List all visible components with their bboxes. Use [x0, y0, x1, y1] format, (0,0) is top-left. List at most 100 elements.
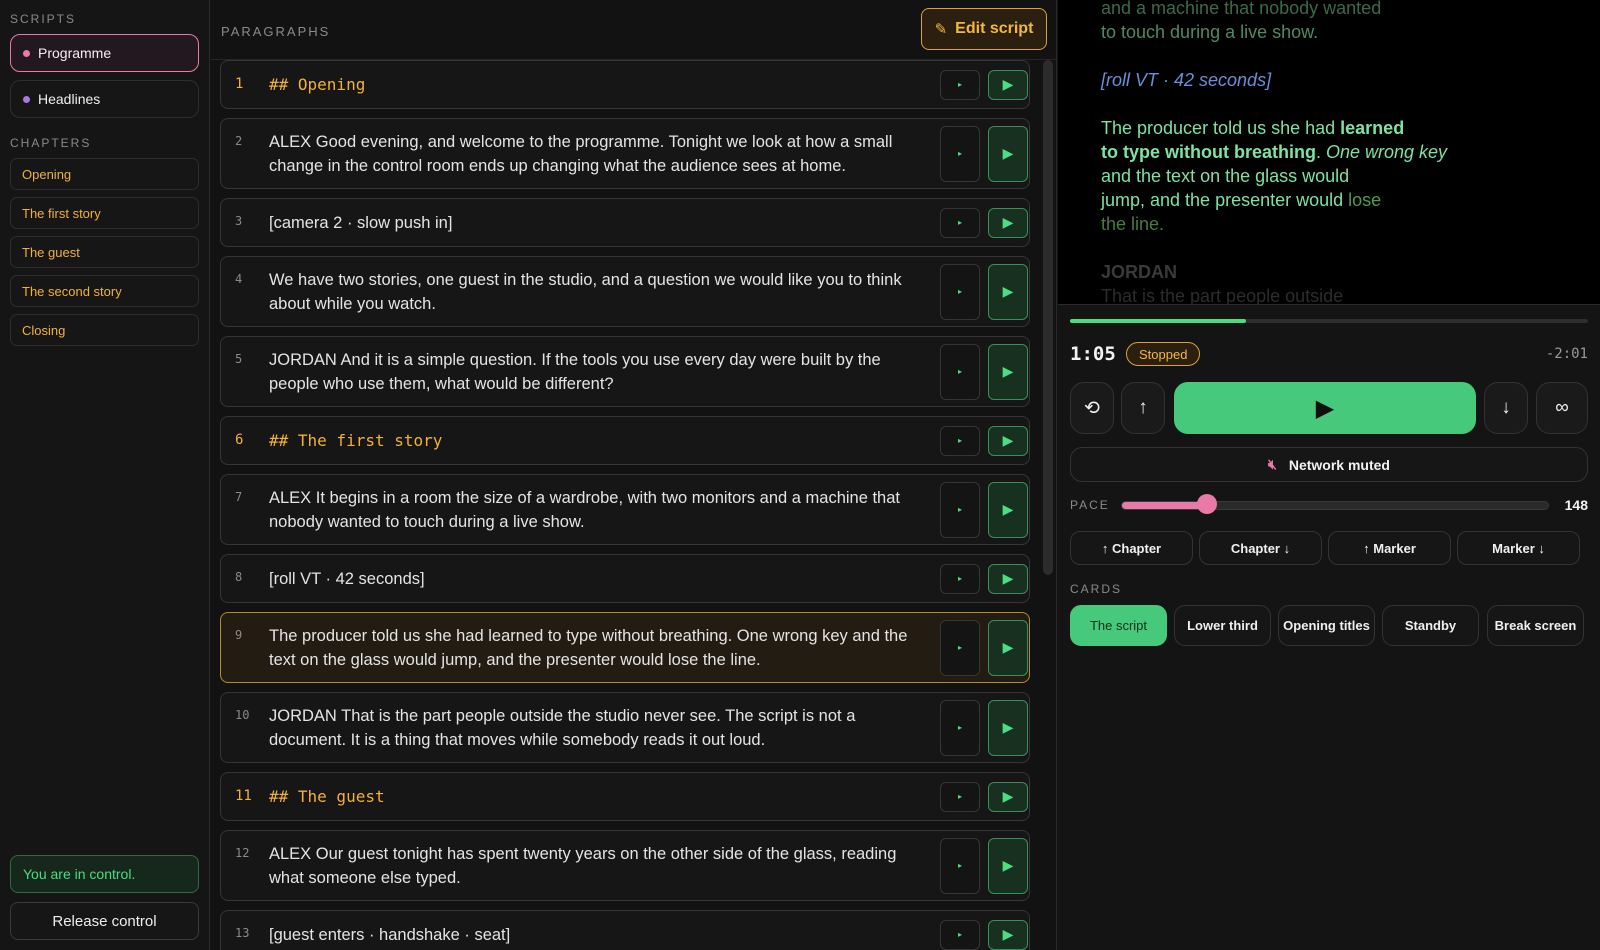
preview-current-line: jump, and the presenter would lose	[1101, 188, 1381, 212]
card-break-screen[interactable]: Break screen	[1487, 605, 1584, 646]
next-marker-button[interactable]: Marker ↓	[1457, 531, 1580, 565]
step-up-button[interactable]: ↑	[1121, 382, 1165, 434]
cue-paragraph-button[interactable]: ▸	[940, 481, 980, 538]
chapter-item-first-story[interactable]: The first story	[10, 197, 199, 229]
paragraph-number: 13	[235, 926, 250, 940]
paragraph-text: ALEX Good evening, and welcome to the pr…	[269, 133, 893, 175]
paragraph-row[interactable]: 5 JORDAN And it is a simple question. If …	[220, 336, 1030, 407]
loop-button[interactable]: ∞	[1536, 382, 1588, 434]
paragraph-row[interactable]: 12 ALEX Our guest tonight has spent twent…	[220, 830, 1030, 901]
paragraph-number: 4	[235, 272, 243, 286]
card-opening-titles[interactable]: Opening titles	[1278, 605, 1375, 646]
paragraphs-label: PARAGRAPHS	[221, 24, 331, 39]
paragraph-text: The producer told us she had learned to …	[269, 627, 908, 669]
pace-label: PACE	[1070, 498, 1110, 512]
preview-text-italic: One wrong key	[1326, 142, 1448, 162]
cue-paragraph-button[interactable]: ▸	[940, 69, 980, 100]
play-from-paragraph-button[interactable]: ▶	[988, 69, 1028, 100]
pace-value: 148	[1564, 497, 1588, 513]
teleprompter-app: SCRIPTS Programme Headlines CHAPTERS Ope…	[0, 0, 1600, 950]
paragraph-row[interactable]: 13 [guest enters · handshake · seat] ▸ ▶	[220, 910, 1030, 950]
play-from-paragraph-button[interactable]: ▶	[988, 837, 1028, 894]
edit-script-button[interactable]: ✎ Edit script	[921, 8, 1047, 50]
paragraph-row[interactable]: 10 JORDAN That is the part people outside…	[220, 692, 1030, 763]
cue-paragraph-button[interactable]: ▸	[940, 781, 980, 812]
play-button[interactable]: ▶	[1174, 382, 1476, 434]
paragraph-number: 2	[235, 134, 243, 148]
cue-paragraph-button[interactable]: ▸	[940, 343, 980, 400]
play-from-paragraph-button[interactable]: ▶	[988, 699, 1028, 756]
card-lower-third[interactable]: Lower third	[1174, 605, 1271, 646]
card-standby[interactable]: Standby	[1382, 605, 1479, 646]
paragraph-row[interactable]: 1 ## Opening ▸ ▶	[220, 60, 1030, 109]
pace-slider[interactable]	[1121, 501, 1549, 510]
cue-paragraph-button[interactable]: ▸	[940, 425, 980, 456]
progress-bar[interactable]	[1070, 319, 1588, 323]
paragraph-row[interactable]: 2 ALEX Good evening, and welcome to the p…	[220, 118, 1030, 189]
chapter-item-guest[interactable]: The guest	[10, 236, 199, 268]
preview-speaker: JORDAN	[1101, 262, 1178, 282]
paragraph-row[interactable]: 7 ALEX It begins in a room the size of a …	[220, 474, 1030, 545]
scripts-label: SCRIPTS	[10, 12, 77, 26]
paragraph-row[interactable]: 9 The producer told us she had learned to…	[220, 612, 1030, 683]
play-from-paragraph-button[interactable]: ▶	[988, 425, 1028, 456]
network-mute-button[interactable]: 🔇︎ Network muted	[1070, 447, 1588, 482]
paragraph-row[interactable]: 11 ## The guest ▸ ▶	[220, 772, 1030, 821]
play-from-paragraph-button[interactable]: ▶	[988, 781, 1028, 812]
prev-marker-button[interactable]: ↑ Marker	[1328, 531, 1451, 565]
chapter-item-second-story[interactable]: The second story	[10, 275, 199, 307]
chapter-item-closing[interactable]: Closing	[10, 314, 199, 346]
play-from-paragraph-button[interactable]: ▶	[988, 343, 1028, 400]
pace-slider-thumb[interactable]	[1196, 494, 1217, 514]
preview-text: .	[1315, 142, 1326, 162]
paragraph-text: JORDAN And it is a simple question. If t…	[269, 351, 881, 393]
play-from-paragraph-button[interactable]: ▶	[988, 563, 1028, 594]
paragraph-row[interactable]: 3 [camera 2 · slow push in] ▸ ▶	[220, 198, 1030, 247]
script-item-label: Programme	[38, 45, 112, 61]
cue-paragraph-button[interactable]: ▸	[940, 125, 980, 182]
script-item-headlines[interactable]: Headlines	[10, 80, 199, 118]
script-item-programme[interactable]: Programme	[10, 34, 199, 72]
paragraph-list-scrollbar[interactable]	[1043, 60, 1053, 575]
play-from-paragraph-button[interactable]: ▶	[988, 207, 1028, 238]
step-down-button[interactable]: ↓	[1484, 382, 1528, 434]
preview-line: to touch during a live show.	[1101, 22, 1319, 42]
play-from-paragraph-button[interactable]: ▶	[988, 481, 1028, 538]
script-item-label: Headlines	[38, 91, 101, 107]
chapter-item-opening[interactable]: Opening	[10, 158, 199, 190]
play-from-paragraph-button[interactable]: ▶	[988, 619, 1028, 676]
paragraph-number: 7	[235, 490, 243, 504]
cue-paragraph-button[interactable]: ▸	[940, 919, 980, 950]
next-chapter-button[interactable]: Chapter ↓	[1199, 531, 1322, 565]
play-from-paragraph-button[interactable]: ▶	[988, 919, 1028, 950]
preview-text: jump, and the presenter would	[1101, 190, 1349, 210]
paragraph-text: We have two stories, one guest in the st…	[269, 271, 902, 313]
prev-chapter-button[interactable]: ↑ Chapter	[1070, 531, 1193, 565]
paragraph-heading: ## The guest	[269, 787, 385, 806]
cue-paragraph-button[interactable]: ▸	[940, 699, 980, 756]
play-from-paragraph-button[interactable]: ▶	[988, 125, 1028, 182]
cue-paragraph-button[interactable]: ▸	[940, 207, 980, 238]
cue-paragraph-button[interactable]: ▸	[940, 263, 980, 320]
paragraph-row[interactable]: 8 [roll VT · 42 seconds] ▸ ▶	[220, 554, 1030, 603]
play-from-paragraph-button[interactable]: ▶	[988, 263, 1028, 320]
cue-paragraph-button[interactable]: ▸	[940, 563, 980, 594]
paragraph-text: [guest enters · handshake · seat]	[269, 926, 511, 944]
elapsed-time: 1:05	[1070, 343, 1116, 365]
restart-button[interactable]: ⟲	[1070, 382, 1114, 434]
paragraphs-panel: PARAGRAPHS ✎ Edit script 1 ## Opening ▸ ▶ 2 A…	[211, 0, 1057, 950]
paragraph-number: 8	[235, 570, 243, 584]
remaining-time: -2:01	[1545, 346, 1588, 362]
cue-paragraph-button[interactable]: ▸	[940, 619, 980, 676]
control-panel: and a machine that nobody wanted to touc…	[1058, 0, 1600, 950]
card-the-script[interactable]: The script	[1070, 605, 1167, 646]
paragraph-row[interactable]: 4 We have two stories, one guest in the s…	[220, 256, 1030, 327]
release-control-button[interactable]: Release control	[10, 902, 199, 940]
control-status-message: You are in control.	[10, 855, 199, 893]
paragraph-number: 12	[235, 846, 250, 860]
paragraph-number: 1	[235, 76, 244, 92]
cue-paragraph-button[interactable]: ▸	[940, 837, 980, 894]
paragraph-row[interactable]: 6 ## The first story ▸ ▶	[220, 416, 1030, 465]
script-dot-icon	[23, 49, 30, 57]
paragraph-text: ALEX Our guest tonight has spent twenty …	[269, 845, 897, 887]
